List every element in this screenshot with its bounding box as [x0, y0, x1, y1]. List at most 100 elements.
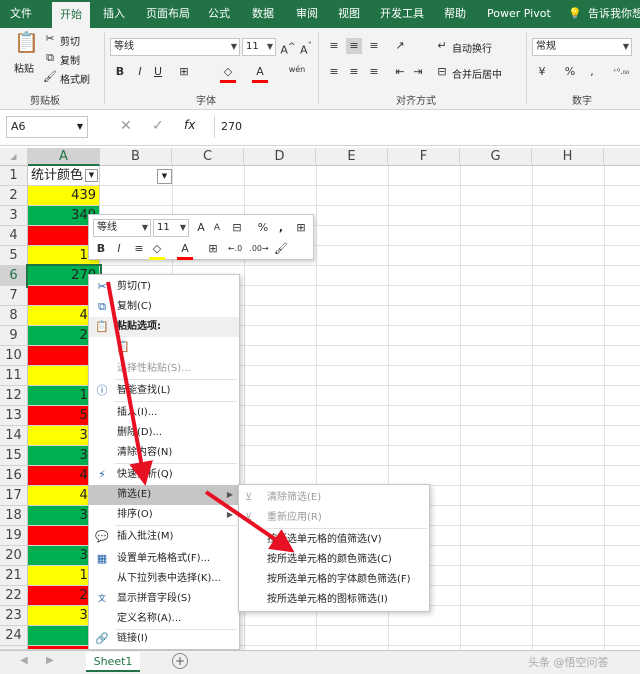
- border-icon[interactable]: ⊞: [176, 64, 192, 80]
- tab-formulas[interactable]: 公式: [208, 0, 230, 28]
- submenu-filter-by-color[interactable]: 按所选单元格的颜色筛选(C): [239, 549, 429, 570]
- tab-help[interactable]: 帮助: [444, 0, 466, 28]
- add-sheet-button[interactable]: +: [172, 653, 188, 669]
- align-right-icon[interactable]: ≡: [366, 64, 382, 80]
- submenu-filter-by-icon[interactable]: 按所选单元格的图标筛选(I): [239, 589, 429, 610]
- orientation-icon[interactable]: ↗: [392, 38, 408, 54]
- font-color-icon[interactable]: A: [177, 241, 193, 260]
- increase-font-icon[interactable]: A: [193, 220, 209, 236]
- row-header[interactable]: 12: [0, 386, 28, 406]
- tab-home[interactable]: 开始: [52, 2, 90, 28]
- menu-item-clear-contents[interactable]: 清除内容(N): [89, 443, 239, 463]
- submenu-clear-filter[interactable]: ⊻ 清除筛选(E): [239, 487, 429, 508]
- prev-sheet-icon[interactable]: ◀: [20, 655, 28, 666]
- bold-button[interactable]: B: [93, 241, 109, 257]
- bold-button[interactable]: B: [112, 64, 128, 80]
- row-header[interactable]: 4: [0, 226, 28, 246]
- row-header[interactable]: 2: [0, 186, 28, 206]
- tab-file[interactable]: 文件: [10, 0, 32, 28]
- column-header-e[interactable]: E: [316, 148, 388, 166]
- row-header[interactable]: 18: [0, 506, 28, 526]
- column-header-d[interactable]: D: [244, 148, 316, 166]
- menu-item-phonetic[interactable]: 文显示拼音字段(S): [89, 589, 239, 609]
- row-header[interactable]: 21: [0, 566, 28, 586]
- wrap-text-button[interactable]: 自动换行: [452, 40, 492, 55]
- data-cell[interactable]: 439: [28, 186, 100, 206]
- insert-function-icon[interactable]: fx: [184, 118, 195, 132]
- decrease-indent-icon[interactable]: ⇤: [392, 64, 408, 80]
- enter-icon[interactable]: ✓: [152, 118, 164, 134]
- row-header[interactable]: 3: [0, 206, 28, 226]
- sheet-tab-sheet1[interactable]: Sheet1: [86, 652, 140, 672]
- name-box[interactable]: A6 ▼: [6, 116, 88, 138]
- font-size-select[interactable]: 11 ▼: [242, 38, 276, 56]
- currency-icon[interactable]: ¥: [534, 64, 550, 80]
- align-top-icon[interactable]: ≡: [326, 38, 342, 54]
- row-header[interactable]: 1: [0, 166, 28, 186]
- comma-button[interactable]: ,: [273, 220, 289, 236]
- filter-dropdown-icon[interactable]: ▼: [157, 169, 172, 184]
- increase-indent-icon[interactable]: ⇥: [410, 64, 426, 80]
- row-header[interactable]: 24: [0, 626, 28, 646]
- tab-view[interactable]: 视图: [338, 0, 360, 28]
- increase-decimal-icon[interactable]: ⁺⁰.₀₀: [606, 64, 636, 80]
- row-header[interactable]: 23: [0, 606, 28, 626]
- row-header[interactable]: 16: [0, 466, 28, 486]
- paste-button[interactable]: 粘贴: [14, 60, 34, 75]
- column-header-g[interactable]: G: [460, 148, 532, 166]
- row-header[interactable]: 17: [0, 486, 28, 506]
- row-header[interactable]: 15: [0, 446, 28, 466]
- row-header[interactable]: 5: [0, 246, 28, 266]
- submenu-filter-by-font-color[interactable]: 按所选单元格的字体颜色筛选(F): [239, 569, 429, 590]
- percent-button[interactable]: %: [562, 64, 578, 80]
- underline-button[interactable]: U: [150, 64, 166, 80]
- percent-button[interactable]: %: [255, 220, 271, 236]
- row-header[interactable]: 13: [0, 406, 28, 426]
- row-header[interactable]: 10: [0, 346, 28, 366]
- menu-item-filter[interactable]: 筛选(E) ▶: [89, 485, 239, 505]
- copy-button[interactable]: 复制: [60, 52, 80, 67]
- menu-item-cut[interactable]: ✂ 剪切(T): [89, 277, 239, 297]
- tab-data[interactable]: 数据: [252, 0, 274, 28]
- mini-size-select[interactable]: 11 ▼: [153, 219, 189, 237]
- align-left-icon[interactable]: ≡: [326, 64, 342, 80]
- header-cell[interactable]: 统计颜色 ▼: [28, 166, 100, 186]
- column-header-a[interactable]: A: [28, 148, 100, 166]
- submenu-filter-by-value[interactable]: 按所选单元格的值筛选(V): [239, 529, 429, 550]
- menu-item-copy[interactable]: ⧉ 复制(C): [89, 297, 239, 317]
- menu-item-paste-special[interactable]: 选择性粘贴(S)...: [89, 359, 239, 379]
- row-header[interactable]: 8: [0, 306, 28, 326]
- fill-color-icon[interactable]: ◇: [149, 241, 165, 260]
- submenu-reapply[interactable]: ⊻ 重新应用(R): [239, 507, 429, 528]
- menu-item-insert[interactable]: 插入(I)...: [89, 403, 239, 423]
- font-name-select[interactable]: 等线 ▼: [110, 38, 240, 56]
- column-header-h[interactable]: H: [532, 148, 604, 166]
- italic-button[interactable]: I: [111, 241, 127, 257]
- cancel-icon[interactable]: ✕: [120, 118, 132, 134]
- format-painter-icon[interactable]: 🖌: [273, 241, 289, 257]
- menu-item-pick-from-list[interactable]: 从下拉列表中选择(K)...: [89, 569, 239, 589]
- merge-center-button[interactable]: 合并后居中: [452, 66, 502, 81]
- filter-dropdown-icon[interactable]: ▼: [85, 169, 98, 182]
- currency-icon[interactable]: ⊟: [229, 220, 245, 236]
- phonetic-icon[interactable]: wén: [286, 62, 308, 78]
- paste-icon[interactable]: 📋: [14, 32, 39, 52]
- number-format-select[interactable]: 常规 ▼: [532, 38, 632, 56]
- select-all-corner[interactable]: ◢: [0, 148, 28, 166]
- tab-review[interactable]: 审阅: [296, 0, 318, 28]
- column-header-c[interactable]: C: [172, 148, 244, 166]
- menu-item-sort[interactable]: 排序(O) ▶: [89, 505, 239, 525]
- row-header[interactable]: 19: [0, 526, 28, 546]
- row-header[interactable]: 11: [0, 366, 28, 386]
- decrease-font-icon[interactable]: Aˇ: [298, 39, 314, 59]
- row-header[interactable]: 22: [0, 586, 28, 606]
- increase-font-icon[interactable]: A^: [280, 39, 296, 59]
- tab-power-pivot[interactable]: Power Pivot: [487, 0, 551, 28]
- row-header[interactable]: 9: [0, 326, 28, 346]
- align-bottom-icon[interactable]: ≡: [366, 38, 382, 54]
- align-center-icon[interactable]: ≡: [131, 241, 147, 257]
- menu-item-delete[interactable]: 删除(D)...: [89, 423, 239, 443]
- tell-me-search[interactable]: 告诉我你想: [588, 0, 640, 28]
- decrease-font-icon[interactable]: A: [209, 220, 225, 236]
- menu-item-smart-lookup[interactable]: ⓘ 智能查找(L): [89, 381, 239, 401]
